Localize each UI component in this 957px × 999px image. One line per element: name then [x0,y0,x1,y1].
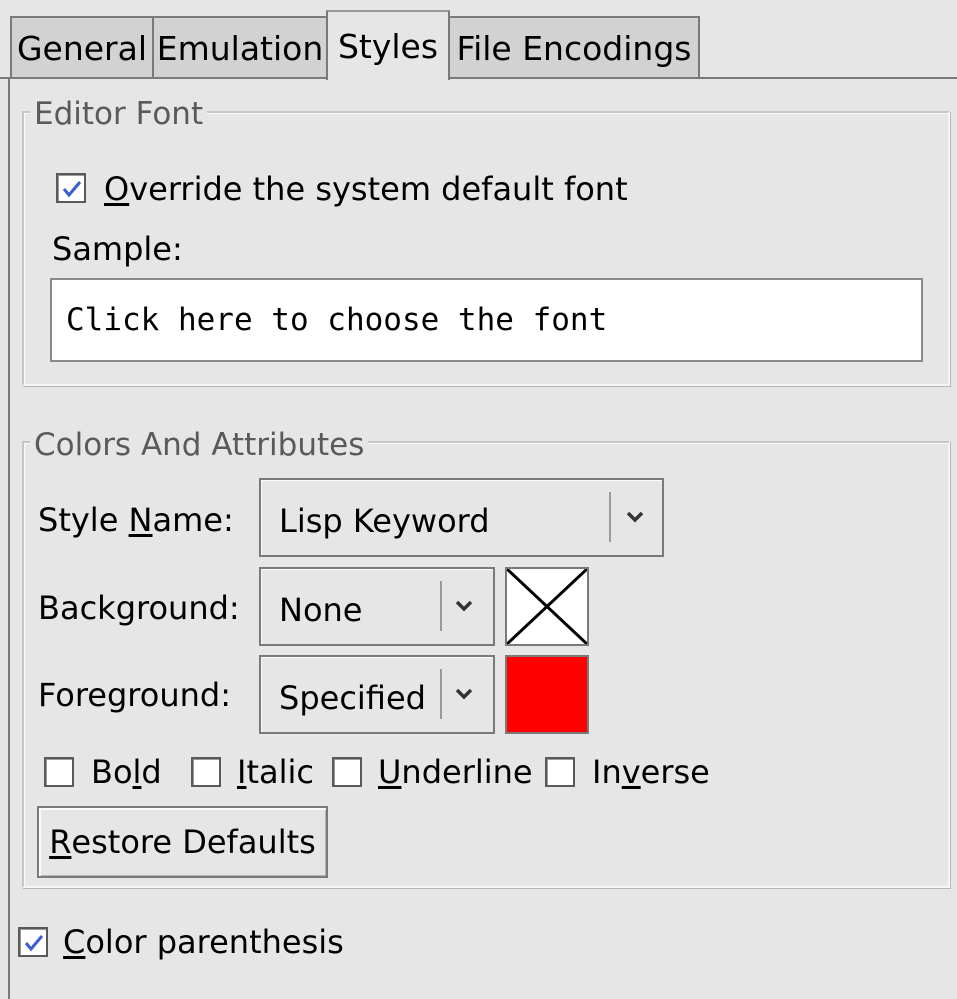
tab-general-label: General [16,28,148,68]
color-parenthesis-checkbox[interactable] [18,927,48,957]
inverse-label-pre: In [592,753,622,791]
tab-styles[interactable]: Styles [326,10,450,80]
editor-font-group-title: Editor Font [30,99,208,130]
bold-label[interactable]: Bold [91,756,162,788]
override-font-text: verride the system default font [129,170,628,208]
style-name-label: Style Name: [38,504,234,536]
tab-emulation[interactable]: Emulation [152,16,328,78]
restore-defaults-button[interactable]: Restore Defaults [37,806,328,878]
underline-label[interactable]: Underline [378,756,533,788]
italic-label[interactable]: Italic [237,756,314,788]
tab-file-encodings[interactable]: File Encodings [448,16,700,78]
tab-pane-border [8,77,10,999]
chevron-down-icon [455,600,473,612]
override-font-checkbox[interactable] [56,173,86,203]
tab-emulation-label: Emulation [156,28,324,68]
italic-checkbox[interactable] [191,757,221,787]
color-parenthesis-text: olor parenthesis [85,923,344,961]
bold-checkbox[interactable] [44,757,74,787]
style-name-label-accel: N [128,501,153,539]
restore-defaults-text: estore Defaults [71,823,316,861]
inverse-checkbox[interactable] [545,757,575,787]
font-sample-field[interactable]: Click here to choose the font [50,278,923,362]
tab-strip-baseline [0,77,957,79]
background-combo-separator [440,581,442,631]
tab-styles-label: Styles [337,26,439,66]
checkmark-icon [62,181,82,198]
style-name-label-post: ame: [152,501,234,539]
bold-label-post: d [141,753,162,791]
background-label: Background: [38,589,240,627]
underline-checkbox[interactable] [332,757,362,787]
style-name-label-pre: Style [38,501,129,539]
inverse-label[interactable]: Inverse [592,756,710,788]
tab-general[interactable]: General [10,16,154,78]
restore-defaults-accel: R [49,823,72,861]
colors-attributes-group-title: Colors And Attributes [30,430,369,461]
chevron-down-icon [455,688,473,700]
background-combo[interactable]: None [259,567,495,646]
tab-file-encodings-label: File Encodings [456,28,692,68]
background-color-swatch-none[interactable] [505,567,589,646]
foreground-value: Specified [279,679,426,717]
chevron-down-icon [626,511,644,523]
foreground-color-swatch[interactable] [505,655,589,734]
underline-label-post: nderline [401,753,533,791]
color-parenthesis-accel: C [63,923,86,961]
style-name-value: Lisp Keyword [279,502,490,540]
italic-label-post: talic [246,753,314,791]
font-sample-text: Click here to choose the font [66,302,608,338]
underline-label-accel: U [378,753,402,791]
foreground-combo[interactable]: Specified [259,655,495,734]
tab-strip: General Emulation Styles File Encodings [0,0,957,80]
foreground-combo-separator [440,669,442,719]
color-parenthesis-label[interactable]: Color parenthesis [63,926,344,958]
style-name-combo[interactable]: Lisp Keyword [259,478,664,557]
override-font-accel: O [104,170,130,208]
inverse-label-post: erse [640,753,710,791]
sample-label: Sample: [52,230,183,268]
foreground-label: Foreground: [38,676,231,714]
style-name-combo-separator [609,492,611,542]
checkmark-icon [24,935,44,952]
background-value: None [279,591,363,629]
bold-label-pre: Bo [91,753,133,791]
override-font-label[interactable]: Override the system default font [104,173,628,205]
inverse-label-accel: v [621,753,641,791]
no-color-cross-icon [507,569,587,644]
